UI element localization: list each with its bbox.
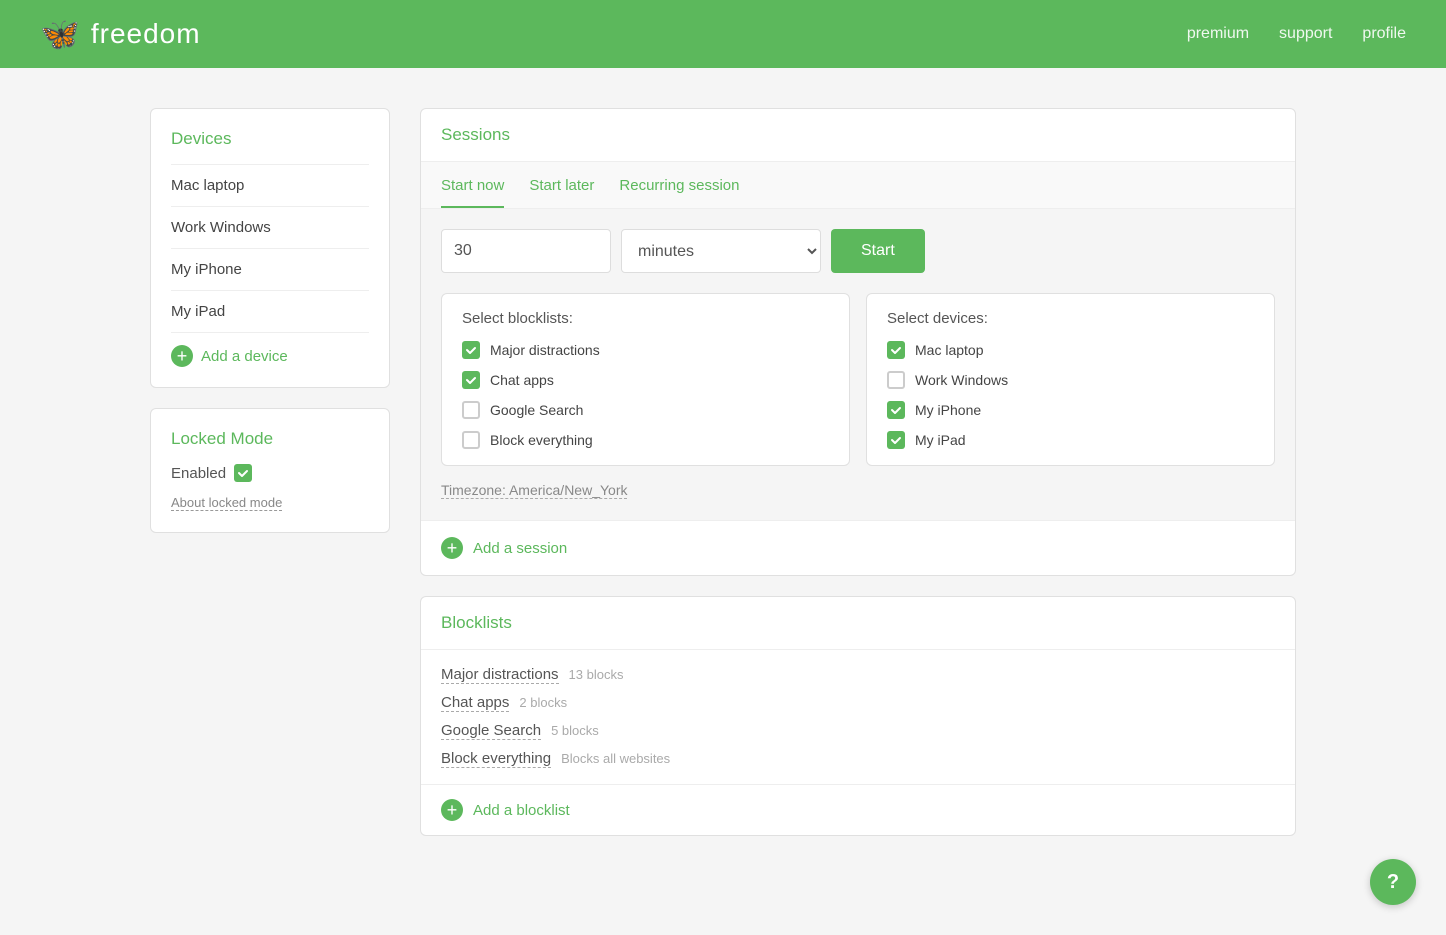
locked-mode-enabled-row: Enabled: [171, 464, 369, 482]
device-iphone-label: My iPhone: [915, 402, 981, 418]
tab-start-now[interactable]: Start now: [441, 177, 504, 208]
main-content: Devices Mac laptop Work Windows My iPhon…: [0, 68, 1446, 876]
blocklist-count-chat: 2 blocks: [519, 695, 567, 710]
device-option-windows[interactable]: Work Windows: [887, 371, 1254, 389]
blocklist-count-major: 13 blocks: [569, 667, 624, 682]
blocklist-name-chat[interactable]: Chat apps: [441, 694, 509, 712]
about-locked-mode-link[interactable]: About locked mode: [171, 495, 282, 511]
select-devices-title: Select devices:: [887, 310, 1254, 327]
logo: 🦋 freedom: [40, 15, 201, 53]
devices-selector: Select devices: Mac laptop Work Windows: [866, 293, 1275, 466]
header-nav: premium support profile: [1187, 25, 1406, 43]
add-device-button[interactable]: + Add a device: [171, 333, 288, 367]
timezone-link[interactable]: Timezone: America/New_York: [441, 482, 627, 499]
device-item-mac-laptop[interactable]: Mac laptop: [171, 165, 369, 207]
blocklist-google-label: Google Search: [490, 402, 583, 418]
add-blocklist-label: Add a blocklist: [473, 802, 570, 819]
blocklist-item-chat[interactable]: Chat apps 2 blocks: [441, 694, 1275, 712]
blocklist-item-everything[interactable]: Block everything Blocks all websites: [441, 750, 1275, 768]
add-blocklist-plus-icon: +: [441, 799, 463, 821]
start-button[interactable]: Start: [831, 229, 925, 273]
device-ipad-label: My iPad: [915, 432, 966, 448]
add-session-plus-icon: +: [441, 537, 463, 559]
add-device-label: Add a device: [201, 348, 288, 365]
profile-link[interactable]: profile: [1362, 25, 1406, 43]
plus-circle-icon: +: [171, 345, 193, 367]
duration-unit-select[interactable]: minutes: [621, 229, 821, 273]
blocklist-option-major[interactable]: Major distractions: [462, 341, 829, 359]
blocklist-item-google[interactable]: Google Search 5 blocks: [441, 722, 1275, 740]
blocklist-count-google: 5 blocks: [551, 723, 599, 738]
blocklists-body: Major distractions 13 blocks Chat apps 2…: [421, 650, 1295, 784]
header: 🦋 freedom premium support profile: [0, 0, 1446, 68]
add-session-label: Add a session: [473, 540, 567, 557]
blocklist-option-google[interactable]: Google Search: [462, 401, 829, 419]
add-session-row[interactable]: + Add a session: [421, 520, 1295, 575]
blocklist-major-checkbox[interactable]: [462, 341, 480, 359]
device-option-iphone[interactable]: My iPhone: [887, 401, 1254, 419]
device-item-my-iphone[interactable]: My iPhone: [171, 249, 369, 291]
device-ipad-checkbox[interactable]: [887, 431, 905, 449]
blocklist-chat-checkbox[interactable]: [462, 371, 480, 389]
blocklist-name-everything[interactable]: Block everything: [441, 750, 551, 768]
blocklist-item-major[interactable]: Major distractions 13 blocks: [441, 666, 1275, 684]
duration-input[interactable]: [441, 229, 611, 273]
devices-title: Devices: [171, 129, 369, 149]
sidebar: Devices Mac laptop Work Windows My iPhon…: [150, 108, 390, 836]
right-column: Sessions Start now Start later Recurring…: [420, 108, 1296, 836]
blocklist-option-everything[interactable]: Block everything: [462, 431, 829, 449]
device-item-work-windows[interactable]: Work Windows: [171, 207, 369, 249]
device-list: Mac laptop Work Windows My iPhone My iPa…: [171, 164, 369, 333]
devices-card: Devices Mac laptop Work Windows My iPhon…: [150, 108, 390, 388]
butterfly-icon: 🦋: [40, 15, 81, 53]
sessions-header: Sessions: [421, 109, 1295, 162]
device-windows-label: Work Windows: [915, 372, 1008, 388]
locked-mode-card: Locked Mode Enabled About locked mode: [150, 408, 390, 533]
blocklists-selector: Select blocklists: Major distractions C: [441, 293, 850, 466]
add-blocklist-row[interactable]: + Add a blocklist: [421, 784, 1295, 835]
blocklists-card: Blocklists Major distractions 13 blocks …: [420, 596, 1296, 836]
premium-link[interactable]: premium: [1187, 25, 1249, 43]
sessions-title: Sessions: [441, 125, 510, 144]
duration-row: minutes Start: [441, 229, 1275, 273]
device-option-mac[interactable]: Mac laptop: [887, 341, 1254, 359]
locked-mode-label: Enabled: [171, 465, 226, 482]
help-icon: ?: [1387, 871, 1399, 894]
logo-text: freedom: [91, 18, 201, 50]
blocklists-header: Blocklists: [421, 597, 1295, 650]
help-button[interactable]: ?: [1370, 859, 1416, 905]
select-blocklists-title: Select blocklists:: [462, 310, 829, 327]
sessions-card: Sessions Start now Start later Recurring…: [420, 108, 1296, 576]
blocklist-google-checkbox[interactable]: [462, 401, 480, 419]
selectors-row: Select blocklists: Major distractions C: [441, 293, 1275, 466]
device-mac-label: Mac laptop: [915, 342, 983, 358]
device-windows-checkbox[interactable]: [887, 371, 905, 389]
blocklist-chat-label: Chat apps: [490, 372, 554, 388]
locked-mode-checkbox[interactable]: [234, 464, 252, 482]
tab-recurring-session[interactable]: Recurring session: [619, 177, 739, 208]
blocklist-everything-checkbox[interactable]: [462, 431, 480, 449]
locked-mode-title: Locked Mode: [171, 429, 369, 449]
device-item-my-ipad[interactable]: My iPad: [171, 291, 369, 333]
device-option-ipad[interactable]: My iPad: [887, 431, 1254, 449]
blocklist-major-label: Major distractions: [490, 342, 600, 358]
blocklists-title: Blocklists: [441, 613, 512, 632]
sessions-body: minutes Start Select blocklists: Major d…: [421, 209, 1295, 520]
blocklist-name-google[interactable]: Google Search: [441, 722, 541, 740]
blocklist-count-everything: Blocks all websites: [561, 751, 670, 766]
blocklist-everything-label: Block everything: [490, 432, 593, 448]
blocklist-name-major[interactable]: Major distractions: [441, 666, 559, 684]
device-mac-checkbox[interactable]: [887, 341, 905, 359]
device-iphone-checkbox[interactable]: [887, 401, 905, 419]
blocklist-option-chat[interactable]: Chat apps: [462, 371, 829, 389]
support-link[interactable]: support: [1279, 25, 1332, 43]
timezone-row: Timezone: America/New_York: [441, 482, 1275, 500]
tab-start-later[interactable]: Start later: [529, 177, 594, 208]
sessions-tabs: Start now Start later Recurring session: [421, 162, 1295, 209]
